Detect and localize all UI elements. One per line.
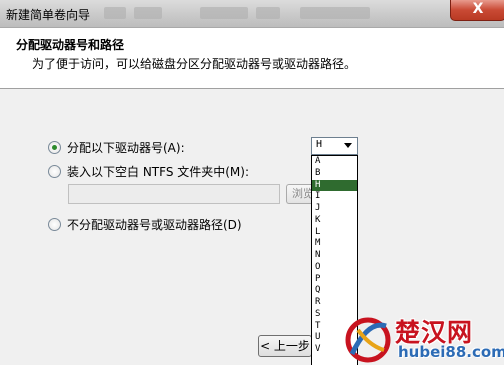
watermark-logo: 楚汉网 hubei88.com [340, 310, 504, 364]
radio-assign-letter[interactable] [48, 141, 61, 154]
back-button[interactable]: < 上一步 [258, 335, 312, 357]
page-subtitle: 为了便于访问，可以给磁盘分区分配驱动器号或驱动器路径。 [32, 57, 357, 71]
drive-letter-option[interactable]: L [312, 227, 357, 239]
wizard-header: 分配驱动器号和路径 为了便于访问，可以给磁盘分区分配驱动器号或驱动器路径。 [0, 28, 504, 89]
option-mount-ntfs-label: 装入以下空白 NTFS 文件夹中(M): [67, 165, 250, 179]
ntfs-path-input[interactable] [68, 184, 280, 204]
drive-letter-option[interactable]: P [312, 274, 357, 286]
chevron-down-icon [344, 143, 352, 148]
drive-letter-option[interactable]: Q [312, 285, 357, 297]
option-no-assign[interactable]: 不分配驱动器号或驱动器路径(D) [48, 216, 242, 233]
page-title: 分配驱动器号和路径 [16, 38, 125, 52]
option-no-assign-label: 不分配驱动器号或驱动器路径(D) [67, 218, 242, 232]
option-assign-letter-label: 分配以下驱动器号(A): [67, 141, 185, 155]
drive-letter-option[interactable]: R [312, 297, 357, 309]
radio-mount-ntfs[interactable] [48, 165, 61, 178]
drive-letter-option[interactable]: J [312, 203, 357, 215]
blurred-title-fragment [200, 7, 248, 19]
blurred-title-fragment [256, 7, 280, 19]
option-mount-ntfs[interactable]: 装入以下空白 NTFS 文件夹中(M): [48, 163, 249, 180]
blurred-title-fragment [134, 7, 162, 19]
close-icon: X [472, 1, 484, 17]
drive-letter-value: H [316, 139, 323, 150]
drive-letter-option[interactable]: H [312, 179, 357, 192]
close-button[interactable]: X [450, 0, 504, 21]
blurred-title-fragment [104, 7, 126, 19]
drive-letter-option[interactable]: I [312, 191, 357, 203]
window-title: 新建简单卷向导 [6, 8, 91, 22]
drive-letter-option[interactable]: A [312, 156, 357, 168]
watermark-emblem-icon [345, 317, 391, 363]
radio-no-assign[interactable] [48, 218, 61, 231]
title-bar: 新建简单卷向导 X [0, 0, 504, 28]
drive-letter-option[interactable]: N [312, 250, 357, 262]
option-assign-letter[interactable]: 分配以下驱动器号(A): [48, 139, 185, 156]
drive-letter-option[interactable]: B [312, 168, 357, 180]
drive-letter-option[interactable]: M [312, 238, 357, 250]
drive-letter-option[interactable]: K [312, 215, 357, 227]
drive-letter-select[interactable]: H [311, 137, 358, 155]
watermark-url: hubei88.com [398, 343, 504, 361]
drive-letter-option[interactable]: O [312, 262, 357, 274]
blurred-title-fragment [300, 7, 370, 19]
